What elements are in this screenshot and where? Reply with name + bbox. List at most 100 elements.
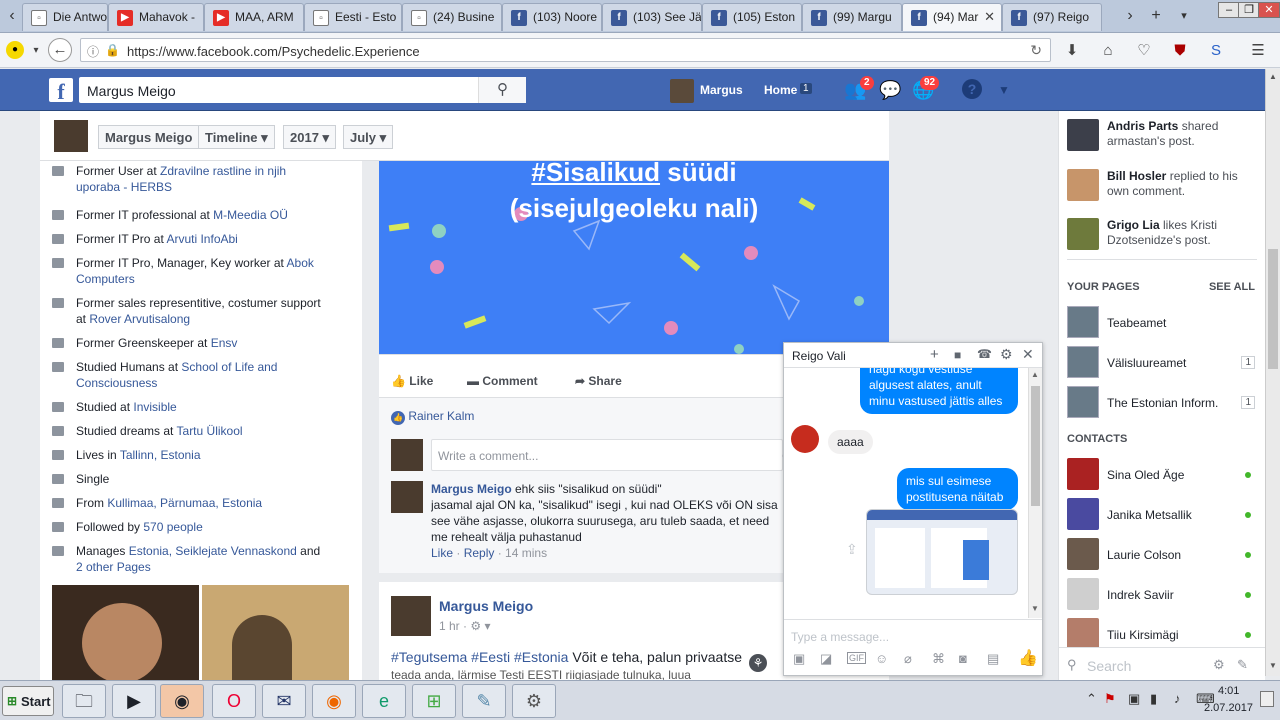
see-all-link[interactable]: SEE ALL [1209,281,1255,293]
liker-link[interactable]: Rainer Kalm [408,409,474,423]
emoji-icon[interactable]: ☺ [875,651,888,666]
edge-icon[interactable]: e [362,684,406,718]
info-icon[interactable]: ⓘ [87,43,99,60]
page-scrollbar[interactable]: ▲ ▼ [1265,69,1280,676]
comment-input[interactable]: Write a comment... ☺ [431,439,794,471]
home-icon[interactable]: ⌂ [1098,41,1118,61]
contact-name[interactable]: Laurie Colson [1107,548,1181,562]
messenger-icon[interactable]: 💬 [879,79,901,101]
photo-icon[interactable]: ▣ [793,651,805,667]
browser-tab-active[interactable]: f (94) Mar ✕ [902,3,1002,31]
chat-title[interactable]: Reigo Vali [792,349,846,363]
chat-header[interactable]: Reigo Vali + ■ ☎ ⚙ ✕ [784,343,1042,368]
ublock-icon[interactable]: ⛊ [1170,41,1190,61]
firefox-icon[interactable]: ◉ [312,684,356,718]
new-tab-icon[interactable]: + [1146,6,1166,26]
opera-icon[interactable]: O [212,684,256,718]
post-hashtags[interactable]: #Tegutsema #Eesti #Estonia [391,649,568,665]
address-bar[interactable]: ⓘ 🔒 https://www.facebook.com/Psychedelic… [80,38,1051,62]
scroll-down-icon[interactable]: ▼ [1031,604,1039,613]
network-icon[interactable]: ▮ [1150,691,1157,707]
video-call-icon[interactable]: ■ [954,348,961,362]
contact-avatar[interactable] [1067,458,1099,490]
notepad-icon[interactable]: ✎ [462,684,506,718]
volume-icon[interactable]: ♪ [1174,691,1181,706]
page-link[interactable]: The Estonian Inform... [1107,396,1219,410]
close-chat-icon[interactable]: ✕ [1022,346,1034,363]
comment-button[interactable]: ▬ Comment [467,374,538,388]
restore-window-icon[interactable]: ❐ [1238,2,1260,18]
photo-thumbnail[interactable] [202,585,349,681]
intro-item-link[interactable]: Tartu Ülikool [177,424,243,438]
contact-avatar[interactable] [1067,578,1099,610]
clock-time[interactable]: 4:01 [1218,685,1239,697]
contact-name[interactable]: Sina Oled Äge [1107,468,1184,482]
browser-tab[interactable]: f (99) Margu [802,3,902,31]
sync-account-icon[interactable]: S [1206,41,1226,61]
download-icon[interactable]: ⬇ [1062,41,1082,61]
post-image[interactable]: #Sisalikud süüdi (sisejulgeoleku nali) [379,161,889,354]
start-button[interactable]: ⊞ Start [2,686,54,716]
thumbs-up-send-icon[interactable]: 👍 [1018,648,1038,668]
scroll-thumb[interactable] [1268,249,1278,369]
profile-thumbnail[interactable] [54,120,88,152]
scroll-down-icon[interactable]: ▼ [1269,661,1277,670]
calendar-icon[interactable]: ▤ [987,651,999,667]
page-link[interactable]: Välisluureamet [1107,356,1186,370]
privacy-icon[interactable]: ⚙ ▾ [470,619,490,633]
browser-tab[interactable]: f (97) Reigo [1002,3,1102,31]
extension-icon[interactable]: ● [6,41,24,59]
sticker-icon[interactable]: ◪ [820,651,832,667]
browser-tab[interactable]: ▶ MAA, ARM [204,3,304,31]
browser-tab[interactable]: ▶ Mahavok - [108,3,204,31]
share-button[interactable]: ➦ Share [575,374,622,388]
photo-thumbnail[interactable] [52,585,199,681]
sidebar-search-input[interactable]: Search [1087,658,1131,674]
contact-name[interactable]: Janika Metsallik [1107,508,1192,522]
ticker-item[interactable]: Andris Parts shared armastan's post. [1107,119,1257,149]
home-link[interactable]: Home [764,83,797,97]
browser-tab[interactable]: ▫ (24) Busine [402,3,502,31]
message-input[interactable]: Type a message... [791,630,889,644]
network-app-icon[interactable]: ⚙ [512,684,556,718]
chat-scroll-thumb[interactable] [1031,386,1040,506]
contact-avatar[interactable] [1067,538,1099,570]
phone-icon[interactable]: ☎ [977,347,992,361]
new-message-icon[interactable]: ✎ [1237,657,1248,673]
minimize-window-icon[interactable]: – [1218,2,1240,18]
thunderbird-icon[interactable]: ✉ [262,684,306,718]
clock-date[interactable]: 2.07.2017 [1204,702,1253,714]
windows-update-icon[interactable]: ⊞ [412,684,456,718]
pocket-icon[interactable]: ♡ [1134,41,1154,61]
help-icon[interactable]: ? [962,79,982,99]
show-desktop-button[interactable] [1260,691,1274,707]
intro-item-link[interactable]: Kullimaa, Pärnumaa, Estonia [107,496,262,510]
dropdown-icon[interactable]: ▾ [26,41,46,61]
intro-item-link[interactable]: Invisible [133,400,176,414]
add-people-icon[interactable]: + [930,346,939,363]
profile-name-button[interactable]: Margus Meigo [98,125,200,149]
intro-item-link[interactable]: 2 other Pages [76,560,151,574]
share-attachment-icon[interactable]: ⇪ [846,541,858,558]
user-avatar[interactable] [670,79,694,103]
comment-author-link[interactable]: Margus Meigo [431,482,512,496]
tray-expand-icon[interactable]: ⌃ [1086,691,1097,707]
comment-like-link[interactable]: Like [431,546,453,560]
menu-icon[interactable]: ☰ [1248,41,1268,61]
globe-icon[interactable]: ⚘ [749,654,767,672]
comment-timestamp[interactable]: 14 mins [505,546,547,560]
banner-hashtag[interactable]: #Sisalikud [531,161,660,187]
close-window-icon[interactable]: ✕ [1258,2,1280,18]
scroll-up-icon[interactable]: ▲ [1031,370,1039,379]
intro-item-link[interactable]: Estonia, Seiklejate Vennaskond [129,544,297,558]
tab-scroll-left-icon[interactable]: ‹ [2,6,22,26]
post-timestamp[interactable]: 1 hr [439,619,460,633]
page-icon[interactable] [1067,386,1099,418]
screenshot-attachment[interactable] [866,509,1018,595]
attachment-icon[interactable]: ⌀ [904,651,912,667]
comment-author-avatar[interactable] [391,481,423,513]
intro-item-link[interactable]: M-Meedia OÜ [213,208,288,222]
facebook-logo-icon[interactable]: f [49,78,73,104]
ticker-item[interactable]: Bill Hosler replied to his own comment. [1107,169,1257,199]
intro-item-link[interactable]: Tallinn, Estonia [120,448,201,462]
